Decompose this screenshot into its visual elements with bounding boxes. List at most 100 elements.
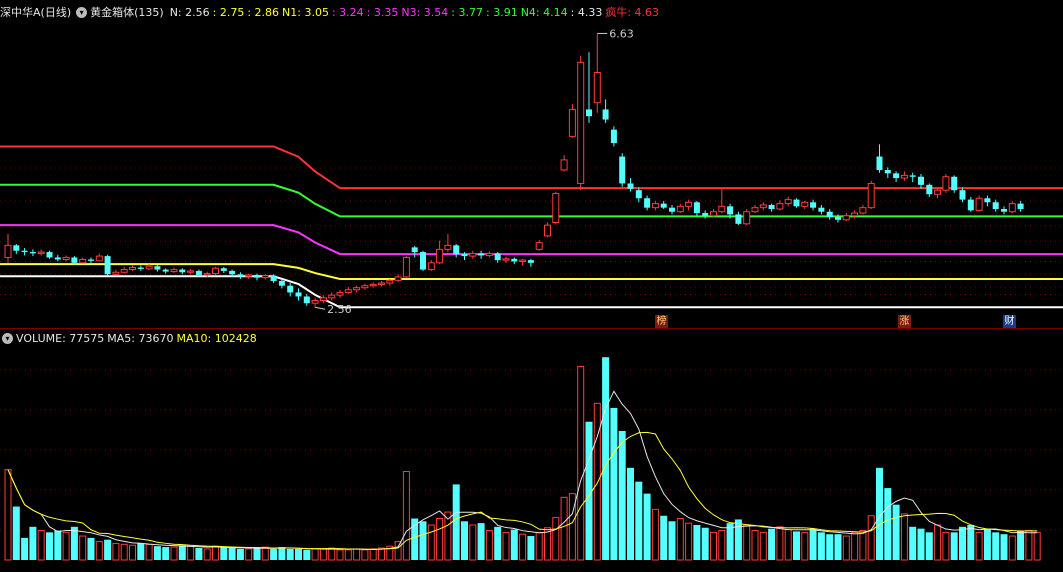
volume-bar-27[interactable]: [228, 548, 236, 560]
candle-115[interactable]: [959, 187, 966, 203]
event-tag-0[interactable]: 榜: [655, 315, 668, 328]
volume-bar-6[interactable]: [54, 530, 62, 560]
candle-69[interactable]: [577, 55, 585, 191]
volume-bar-24[interactable]: [203, 548, 211, 561]
volume-bar-28[interactable]: [236, 548, 244, 560]
volume-bar-96[interactable]: [801, 531, 809, 561]
volume-bar-100[interactable]: [834, 534, 842, 560]
candle-58[interactable]: [485, 251, 493, 258]
volume-bar-116[interactable]: [967, 524, 975, 560]
volume-bar-54[interactable]: [452, 484, 460, 560]
volume-bar-94[interactable]: [784, 529, 792, 561]
candle-83[interactable]: [693, 200, 700, 216]
candle-96[interactable]: [801, 200, 809, 210]
volume-bar-26[interactable]: [220, 547, 228, 560]
candle-21[interactable]: [179, 268, 186, 275]
candle-37[interactable]: [311, 297, 319, 308]
candle-30[interactable]: [254, 273, 260, 281]
volume-bar-17[interactable]: [145, 543, 153, 561]
volume-bar-15[interactable]: [129, 544, 136, 561]
candle-107[interactable]: [893, 171, 900, 183]
candle-12[interactable]: [104, 254, 111, 276]
candle-108[interactable]: [900, 171, 908, 181]
volume-bar-5[interactable]: [46, 532, 53, 560]
volume-bar-111[interactable]: [925, 532, 933, 560]
volume-bar-93[interactable]: [776, 526, 784, 561]
candle-39[interactable]: [328, 292, 336, 301]
volume-bar-9[interactable]: [79, 535, 87, 561]
volume-bar-35[interactable]: [295, 548, 302, 560]
candle-41[interactable]: [344, 287, 352, 294]
volume-bar-91[interactable]: [759, 531, 767, 561]
volume-bar-43[interactable]: [361, 549, 369, 561]
candle-6[interactable]: [54, 254, 61, 262]
candle-74[interactable]: [619, 153, 626, 187]
candle-80[interactable]: [669, 204, 675, 215]
volume-bar-83[interactable]: [693, 524, 701, 560]
volume-bar-101[interactable]: [842, 535, 850, 561]
volume-bar-34[interactable]: [286, 548, 294, 560]
candle-79[interactable]: [660, 200, 667, 210]
volume-bar-7[interactable]: [62, 531, 70, 561]
candle-106[interactable]: [884, 167, 891, 179]
volume-bar-73[interactable]: [610, 407, 618, 560]
volume-bar-79[interactable]: [660, 515, 668, 560]
volume-bar-3[interactable]: [29, 526, 37, 560]
candle-28[interactable]: [237, 272, 244, 279]
volume-bar-69[interactable]: [577, 365, 585, 561]
candle-34[interactable]: [287, 283, 294, 297]
volume-bar-124[interactable]: [1033, 531, 1041, 561]
candle-40[interactable]: [336, 289, 344, 298]
candle-62[interactable]: [519, 258, 527, 266]
volume-bar-119[interactable]: [992, 532, 1000, 560]
volume-bar-31[interactable]: [261, 546, 269, 561]
volume-bar-92[interactable]: [768, 528, 776, 560]
volume-bar-81[interactable]: [676, 518, 684, 561]
volume-bar-39[interactable]: [328, 547, 336, 561]
candle-121[interactable]: [1008, 200, 1016, 214]
volume-bar-97[interactable]: [809, 528, 817, 560]
volume-bar-33[interactable]: [278, 547, 286, 560]
event-tag-1[interactable]: 涨: [898, 315, 911, 328]
candle-98[interactable]: [818, 204, 825, 215]
volume-bar-1[interactable]: [12, 506, 20, 560]
volume-bar-63[interactable]: [527, 536, 535, 560]
volume-bar-23[interactable]: [195, 548, 203, 560]
candle-86[interactable]: [718, 187, 726, 214]
volume-bar-37[interactable]: [311, 548, 319, 561]
candle-48[interactable]: [402, 256, 410, 279]
volume-bar-64[interactable]: [535, 531, 543, 561]
candle-43[interactable]: [361, 283, 369, 290]
candle-9[interactable]: [79, 257, 87, 264]
volume-bar-122[interactable]: [1017, 530, 1025, 560]
candle-53[interactable]: [444, 233, 452, 253]
volume-bar-86[interactable]: [718, 530, 726, 561]
candle-3[interactable]: [29, 249, 36, 257]
volume-bar-113[interactable]: [942, 531, 950, 561]
volume-bar-47[interactable]: [394, 541, 402, 561]
volume-bar-12[interactable]: [104, 539, 112, 560]
candle-110[interactable]: [918, 174, 924, 189]
candle-26[interactable]: [220, 266, 227, 273]
candle-70[interactable]: [586, 52, 592, 123]
candle-85[interactable]: [710, 209, 717, 218]
volume-bar-8[interactable]: [70, 526, 78, 560]
volume-bar-109[interactable]: [909, 526, 917, 560]
volume-bar-74[interactable]: [618, 430, 626, 560]
volume-bar-117[interactable]: [975, 531, 983, 561]
candle-99[interactable]: [826, 209, 833, 220]
volume-bar-114[interactable]: [950, 532, 958, 560]
candle-65[interactable]: [544, 222, 551, 238]
candle-47[interactable]: [394, 274, 402, 283]
candle-118[interactable]: [984, 195, 991, 207]
candle-35[interactable]: [295, 288, 302, 301]
candle-7[interactable]: [62, 255, 70, 262]
volume-bar-123[interactable]: [1025, 530, 1033, 561]
candle-77[interactable]: [644, 195, 651, 211]
candle-4[interactable]: [37, 249, 45, 256]
candle-5[interactable]: [46, 250, 53, 259]
volume-bar-104[interactable]: [867, 515, 875, 561]
candle-68[interactable]: [568, 104, 576, 138]
candle-0[interactable]: [4, 233, 12, 263]
candle-114[interactable]: [951, 175, 958, 193]
